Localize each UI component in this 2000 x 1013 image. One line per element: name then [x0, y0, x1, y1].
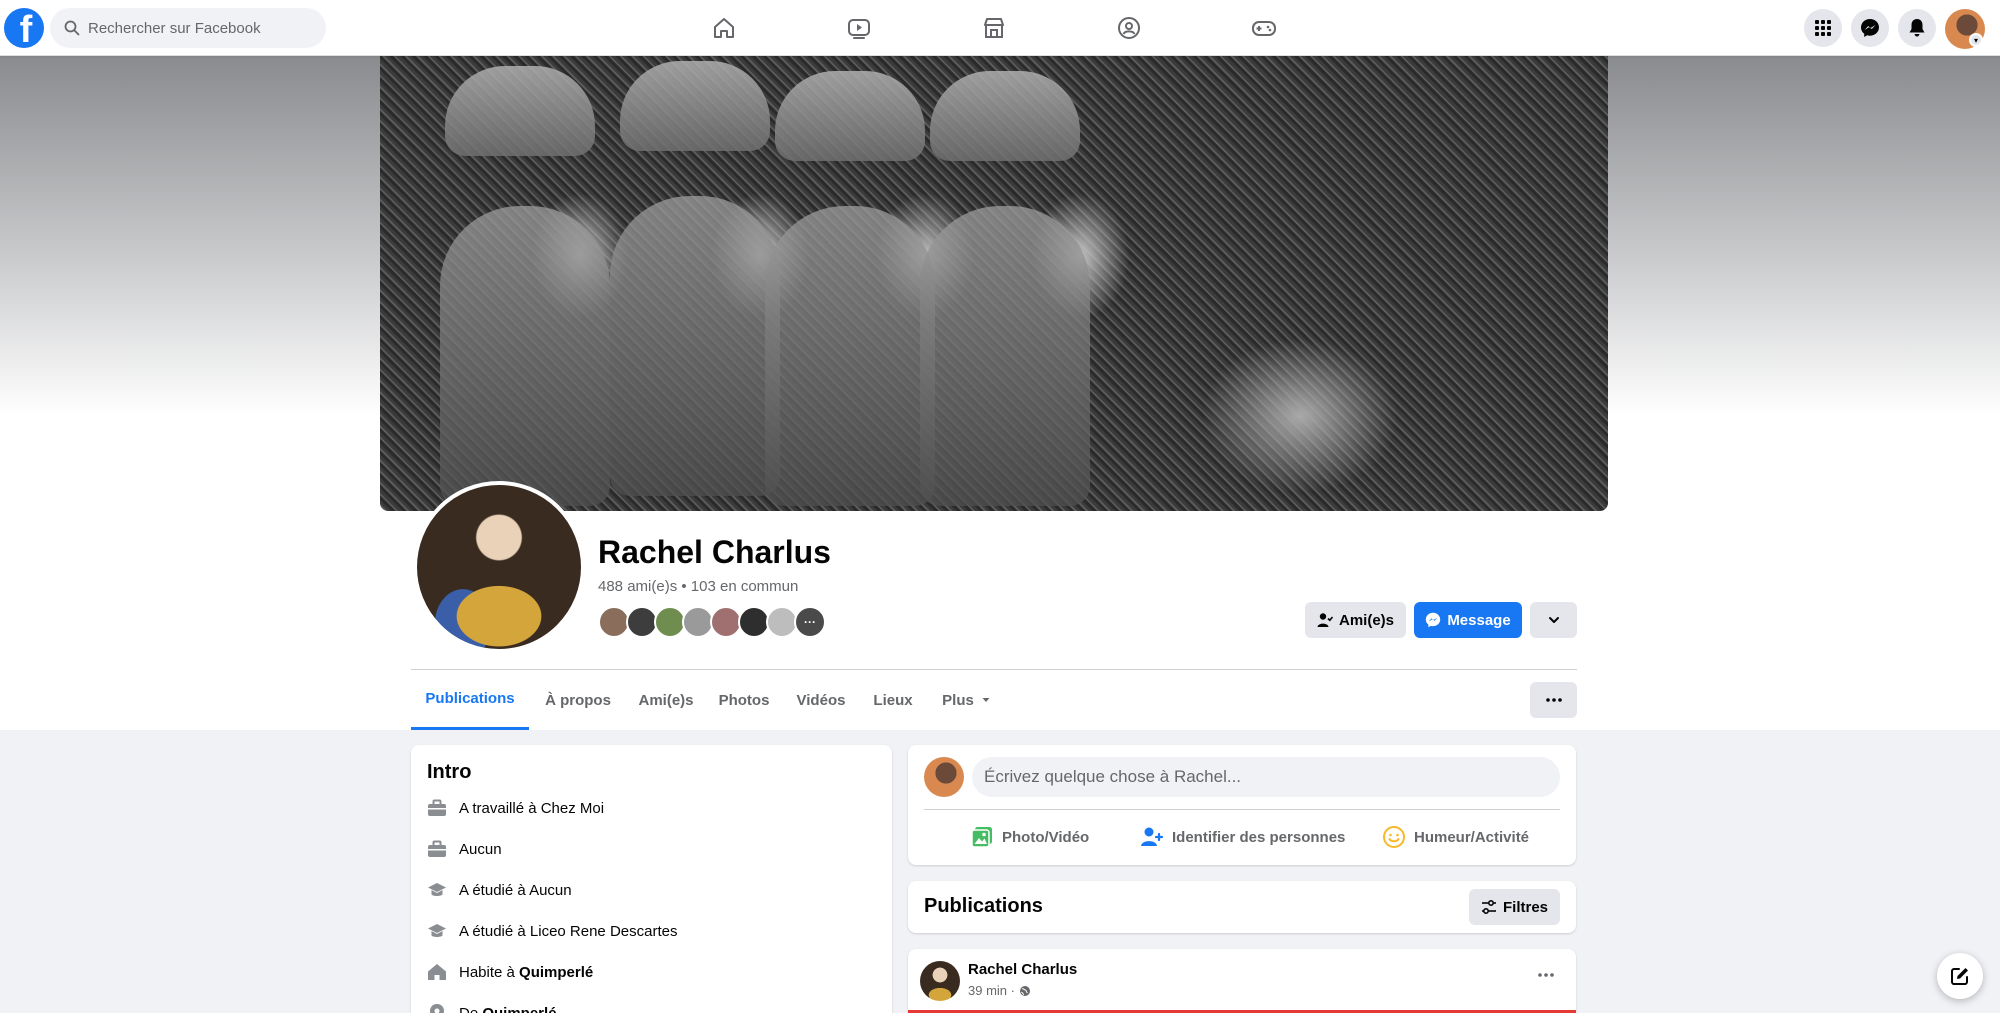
intro-item-work: Aucun — [427, 837, 502, 861]
tab-photos[interactable]: Photos — [709, 670, 779, 730]
intro-item-text: A étudié à Liceo Rene Descartes — [459, 922, 678, 940]
filter-sliders-icon — [1481, 899, 1496, 915]
gaming-icon — [1252, 21, 1276, 36]
gaming-tab[interactable] — [1234, 8, 1294, 48]
friends-button-label: Ami(e)s — [1338, 611, 1394, 629]
graduation-cap-icon — [427, 880, 447, 900]
composer-avatar[interactable] — [924, 757, 964, 797]
intro-card: Intro A travaillé à Chez Moi Aucun A étu… — [411, 745, 892, 1013]
notifications-button[interactable] — [1898, 9, 1936, 47]
menu-grid-icon — [1815, 20, 1831, 36]
home-tab[interactable] — [694, 8, 754, 48]
intro-item-text: Aucun — [459, 840, 502, 858]
photo-icon — [970, 825, 994, 849]
more-friends-icon[interactable]: ··· — [794, 606, 826, 638]
location-pin-icon — [427, 1003, 447, 1013]
intro-item-from: De Quimperlé — [427, 1001, 557, 1013]
intro-item-place[interactable]: Quimperlé — [519, 964, 593, 981]
intro-item-text: A étudié à Aucun — [459, 881, 572, 899]
message-button[interactable]: Message — [1414, 602, 1522, 638]
photo-video-button[interactable]: Photo/Vidéo — [970, 817, 1089, 857]
tab-publications[interactable]: Publications — [411, 670, 529, 730]
chevron-down-icon — [1548, 617, 1559, 623]
publications-title: Publications — [924, 895, 1043, 917]
briefcase-icon — [427, 839, 447, 859]
search-box[interactable]: Rechercher sur Facebook — [50, 8, 326, 48]
tag-people-icon — [1140, 825, 1164, 849]
friends-button[interactable]: Ami(e)s — [1305, 602, 1406, 638]
intro-item-prefix: Habite à — [459, 963, 520, 981]
marketplace-icon — [984, 18, 1004, 38]
notifications-icon — [1909, 19, 1925, 37]
tab-about[interactable]: À propos — [533, 670, 623, 730]
photo-video-label: Photo/Vidéo — [1002, 828, 1090, 846]
feeling-activity-label: Humeur/Activité — [1414, 828, 1530, 846]
graduation-cap-icon — [427, 921, 447, 941]
tabs-more-options-button[interactable] — [1530, 682, 1577, 718]
profile-options-button[interactable] — [1530, 602, 1577, 638]
intro-item-text: A travaillé à Chez Moi — [459, 799, 605, 817]
watch-icon — [848, 19, 870, 39]
composer-divider — [924, 809, 1560, 810]
menu-button[interactable] — [1804, 9, 1842, 47]
intro-item-work: A travaillé à Chez Moi — [427, 796, 604, 820]
person-check-icon — [1317, 612, 1333, 628]
watch-tab[interactable] — [829, 8, 889, 48]
publications-header: Publications Filtres — [908, 881, 1576, 933]
friends-count[interactable]: 488 ami(e)s • 103 en commun — [598, 578, 798, 595]
messenger-icon — [1861, 19, 1879, 37]
tab-friends[interactable]: Ami(e)s — [627, 670, 705, 730]
post-composer: Écrivez quelque chose à Rachel... Photo/… — [908, 745, 1576, 865]
chevron-down-icon[interactable]: ▾ — [1969, 33, 1983, 47]
top-navigation-bar: f Rechercher sur Facebook ▾ — [0, 0, 2000, 56]
more-horizontal-icon — [1545, 698, 1562, 702]
intro-item-lives-in: Habite à Quimperlé — [427, 960, 593, 984]
intro-item-education: A étudié à Aucun — [427, 878, 572, 902]
profile-picture[interactable] — [413, 481, 585, 653]
groups-tab[interactable] — [1099, 8, 1159, 48]
smiley-icon — [1382, 825, 1406, 849]
tab-more[interactable]: Plus — [927, 670, 1007, 730]
intro-item-place[interactable]: Quimperlé — [482, 1005, 556, 1013]
new-message-button[interactable] — [1937, 953, 1983, 999]
briefcase-icon — [427, 798, 447, 818]
home-icon — [427, 962, 447, 982]
intro-item-prefix: De — [459, 1004, 483, 1013]
search-input[interactable]: Rechercher sur Facebook — [88, 20, 261, 37]
tag-people-button[interactable]: Identifier des personnes — [1140, 817, 1345, 857]
groups-icon — [1118, 17, 1140, 39]
home-icon — [714, 18, 734, 38]
composer-input[interactable]: Écrivez quelque chose à Rachel... — [972, 757, 1560, 797]
post-author-avatar[interactable] — [920, 961, 960, 1001]
post-timestamp[interactable]: 39 min · — [968, 983, 1015, 998]
tab-more-label: Plus — [942, 691, 974, 709]
message-button-label: Message — [1447, 611, 1511, 629]
profile-tabs: Publications À propos Ami(e)s Photos Vid… — [411, 670, 1577, 730]
intro-title: Intro — [427, 761, 472, 783]
messenger-button[interactable] — [1851, 9, 1889, 47]
post-options-button[interactable] — [1532, 965, 1560, 985]
tab-videos[interactable]: Vidéos — [783, 670, 859, 730]
post-author-name[interactable]: Rachel Charlus — [968, 961, 1077, 978]
filters-label: Filtres — [1502, 898, 1548, 916]
tag-people-label: Identifier des personnes — [1172, 828, 1346, 846]
facebook-logo[interactable]: f — [4, 8, 44, 48]
caret-down-icon — [982, 698, 990, 702]
filters-button[interactable]: Filtres — [1468, 889, 1560, 925]
profile-name: Rachel Charlus — [598, 534, 831, 570]
post-meta: 39 min · — [968, 983, 1031, 998]
cover-photo[interactable] — [380, 56, 1608, 511]
post-card: Rachel Charlus 39 min · — [908, 949, 1576, 1013]
messenger-icon — [1425, 612, 1441, 628]
marketplace-tab[interactable] — [964, 8, 1024, 48]
intro-item-education: A étudié à Liceo Rene Descartes — [427, 919, 677, 943]
globe-icon — [1019, 985, 1030, 996]
tab-places[interactable]: Lieux — [863, 670, 923, 730]
search-icon — [64, 20, 80, 36]
compose-icon — [1951, 968, 1968, 985]
more-horizontal-icon — [1538, 973, 1554, 977]
feeling-activity-button[interactable]: Humeur/Activité — [1382, 817, 1529, 857]
